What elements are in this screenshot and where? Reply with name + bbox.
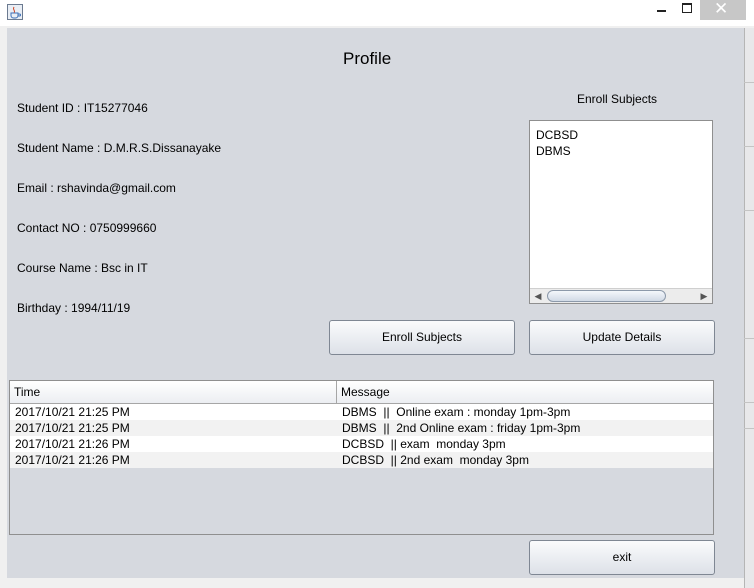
scroll-right-icon[interactable]: ▶ [697, 289, 711, 303]
exit-button[interactable]: exit [529, 540, 715, 575]
table-row[interactable]: 2017/10/21 21:25 PM DBMS || Online exam … [10, 404, 713, 420]
list-item[interactable]: DBMS [536, 144, 571, 158]
close-button[interactable]: ✕ [700, 0, 746, 20]
close-icon: ✕ [714, 0, 729, 19]
enrolled-subjects-list[interactable]: DCBSD DBMS ◀ ▶ [529, 120, 713, 304]
minimize-button[interactable] [646, 0, 674, 20]
column-header-time[interactable]: Time [10, 381, 337, 403]
message-cell: DBMS || Online exam : monday 1pm-3pm [342, 405, 571, 419]
student-name-label: Student Name : D.M.R.S.Dissanayake [17, 141, 222, 155]
student-id-label: Student ID : IT15277046 [17, 101, 148, 115]
table-row[interactable]: 2017/10/21 21:26 PM DCBSD || 2nd exam mo… [10, 452, 713, 468]
message-cell: DBMS || 2nd Online exam : friday 1pm-3pm [342, 421, 581, 435]
page-title: Profile [343, 49, 392, 68]
message-cell: DCBSD || 2nd exam monday 3pm [342, 453, 529, 467]
time-cell: 2017/10/21 21:25 PM [15, 421, 130, 435]
horizontal-scrollbar[interactable]: ◀ ▶ [530, 288, 712, 303]
course-label: Course Name : Bsc in IT [17, 261, 148, 275]
time-cell: 2017/10/21 21:26 PM [15, 437, 130, 451]
enroll-subjects-button[interactable]: Enroll Subjects [329, 320, 515, 355]
update-details-button[interactable]: Update Details [529, 320, 715, 355]
birthday-label: Birthday : 1994/11/19 [17, 301, 131, 315]
java-cup-icon [7, 4, 23, 20]
messages-table: Time Message 2017/10/21 21:25 PM DBMS ||… [9, 380, 714, 535]
minimize-icon [657, 10, 666, 12]
email-label: Email : rshavinda@gmail.com [17, 181, 176, 195]
column-header-message[interactable]: Message [337, 381, 713, 403]
table-body: 2017/10/21 21:25 PM DBMS || Online exam … [10, 404, 713, 468]
enroll-subjects-title: Enroll Subjects [577, 92, 658, 106]
maximize-button[interactable] [673, 0, 701, 20]
window-title-bar: ✕ [0, 0, 754, 26]
table-header: Time Message [10, 381, 713, 404]
scroll-left-icon[interactable]: ◀ [531, 289, 545, 303]
time-cell: 2017/10/21 21:25 PM [15, 405, 130, 419]
list-item[interactable]: DCBSD [536, 128, 578, 142]
scrollbar-thumb[interactable] [547, 290, 666, 302]
table-row[interactable]: 2017/10/21 21:26 PM DCBSD || exam monday… [10, 436, 713, 452]
maximize-icon [682, 3, 692, 13]
background-window-edge [744, 28, 754, 588]
contact-label: Contact NO : 0750999660 [17, 221, 157, 235]
message-cell: DCBSD || exam monday 3pm [342, 437, 506, 451]
table-row[interactable]: 2017/10/21 21:25 PM DBMS || 2nd Online e… [10, 420, 713, 436]
time-cell: 2017/10/21 21:26 PM [15, 453, 130, 467]
